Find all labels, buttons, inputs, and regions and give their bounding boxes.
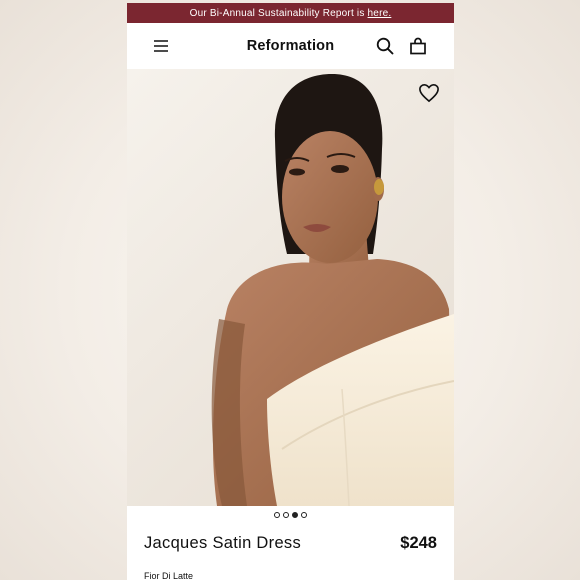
site-header: Reformation: [127, 23, 454, 69]
banner-text: Our Bi-Annual Sustainability Report is: [189, 7, 365, 19]
mobile-screen: Our Bi-Annual Sustainability Report is h…: [127, 3, 454, 580]
banner-link[interactable]: here.: [368, 8, 392, 19]
shopping-bag-icon[interactable]: [408, 36, 428, 56]
product-image-gallery[interactable]: [127, 69, 454, 506]
gallery-dot[interactable]: [301, 512, 307, 518]
product-price: $248: [400, 534, 437, 552]
product-info: Jacques Satin Dress $248 Fior Di Latte: [127, 524, 454, 580]
product-color: Fior Di Latte: [144, 571, 194, 580]
gallery-dot[interactable]: [283, 512, 289, 518]
gallery-dot[interactable]: [274, 512, 280, 518]
gallery-dot-active[interactable]: [292, 512, 298, 518]
heart-icon[interactable]: [418, 83, 440, 103]
search-icon[interactable]: [375, 36, 395, 56]
gallery-pagination: [127, 506, 454, 524]
product-name: Jacques Satin Dress: [144, 534, 302, 552]
menu-icon[interactable]: [151, 36, 171, 56]
brand-logo[interactable]: Reformation: [247, 38, 335, 54]
product-photo: [211, 74, 454, 506]
announcement-banner: Our Bi-Annual Sustainability Report is h…: [127, 3, 454, 23]
